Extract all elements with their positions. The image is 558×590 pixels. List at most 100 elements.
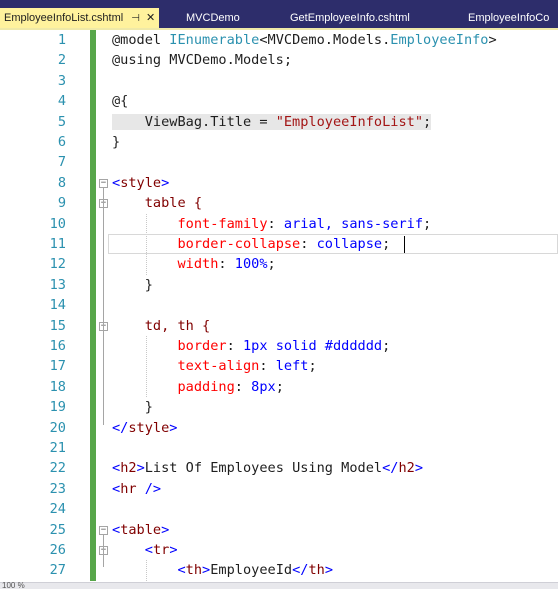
collapse-icon[interactable]: − (99, 525, 108, 535)
code-line[interactable]: 1 @model IEnumerable<MVCDemo.Models.Emplo… (0, 30, 558, 50)
code-line[interactable]: 25 <table> (0, 520, 558, 540)
tab-getemployeeinfo[interactable]: GetEmployeeInfo.cshtml (290, 8, 410, 28)
code-editor[interactable]: 1 @model IEnumerable<MVCDemo.Models.Emplo… (0, 30, 558, 582)
text-caret (404, 236, 405, 253)
code-line[interactable]: 26 <tr> (0, 540, 558, 560)
collapse-icon[interactable]: − (99, 178, 108, 188)
tab-mvcdemo[interactable]: MVCDemo (186, 8, 240, 28)
line-number: 23 (49, 480, 66, 497)
tab-employeeinfoco[interactable]: EmployeeInfoCo (468, 8, 549, 28)
change-marker (90, 295, 96, 316)
line-number: 25 (49, 521, 66, 538)
change-marker (90, 91, 96, 112)
code-token: : (218, 256, 235, 273)
code-text: <style> (112, 173, 169, 193)
change-marker (90, 193, 96, 214)
tab-label: EmployeeInfoList.cshtml (4, 12, 124, 24)
code-token: > (202, 562, 211, 579)
change-marker (90, 50, 96, 71)
code-token: : (226, 338, 243, 354)
code-line[interactable]: 16 border: 1px solid #dddddd; (0, 336, 558, 356)
line-number: 7 (57, 154, 66, 171)
code-token: > (169, 419, 178, 436)
code-token: > (414, 460, 424, 477)
pin-icon[interactable]: ⊣ (131, 13, 140, 24)
code-text: @model IEnumerable<MVCDemo.Models.Employ… (112, 30, 497, 50)
line-number: 6 (57, 134, 66, 150)
code-token: border (177, 338, 227, 354)
line-number: 21 (49, 440, 66, 456)
code-token: > (324, 562, 334, 579)
code-line[interactable]: 2 @using MVCDemo.Models; (0, 50, 558, 70)
code-line[interactable]: 15 td, th { (0, 316, 558, 336)
code-line[interactable]: 14 (0, 295, 558, 315)
code-line[interactable]: 19 } (0, 397, 558, 417)
code-token: < (112, 174, 121, 191)
code-line[interactable]: 24 (0, 499, 558, 519)
code-text: <hr /> (112, 479, 161, 499)
code-line[interactable]: 21 (0, 438, 558, 458)
line-number: 15 (49, 317, 66, 334)
code-line[interactable]: 6} (0, 132, 558, 152)
code-token: < (112, 460, 121, 477)
code-token: table (120, 521, 162, 538)
code-token: > (488, 32, 497, 48)
code-token: text-align (177, 358, 260, 375)
change-marker (90, 172, 96, 194)
tab-employeeinfolist[interactable]: EmployeeInfoList.cshtml ⊣ ✕ (0, 8, 160, 30)
change-marker (90, 234, 96, 255)
code-token: th (185, 562, 203, 579)
code-line[interactable]: 3 (0, 71, 558, 91)
code-token: ; (423, 113, 432, 130)
line-number: 22 (49, 460, 66, 477)
change-marker (90, 376, 96, 398)
indent-guide (146, 336, 147, 398)
code-token: < (177, 562, 186, 579)
change-marker (90, 315, 96, 336)
code-line[interactable]: 8 <style> (0, 173, 558, 193)
code-text: } (112, 397, 153, 417)
code-line[interactable]: 20 </style> (0, 418, 558, 438)
code-text: @{ (112, 91, 128, 111)
code-line[interactable]: 18 padding: 8px; (0, 377, 558, 397)
code-token: > (136, 460, 145, 477)
code-line[interactable]: 22 <h2>List Of Employees Using Model</h2> (0, 458, 558, 478)
code-text: <h2>List Of Employees Using Model</h2> (112, 458, 423, 478)
change-marker (90, 111, 96, 132)
fold-connector (103, 555, 104, 568)
code-token: ; (275, 378, 284, 395)
code-line[interactable]: 7 (0, 152, 558, 172)
code-line[interactable]: 27 <th>EmployeeId</th> (0, 560, 558, 580)
code-text: } (112, 132, 120, 152)
document-tab-bar: EmployeeInfoList.cshtml ⊣ ✕ MVCDemo GetEmp… (0, 0, 558, 30)
code-line[interactable]: 5 ViewBag.Title = "EmployeeInfoList"; (0, 112, 558, 132)
code-token: MVCDemo.Models; (161, 52, 293, 69)
zoom-level[interactable]: 100 % (2, 581, 25, 590)
code-text: } (112, 275, 153, 295)
code-token: h2 (398, 460, 415, 477)
line-number: 18 (49, 378, 66, 395)
code-token: </ (112, 419, 129, 436)
code-line[interactable]: 10 font-family: arial, sans-serif; (0, 214, 558, 234)
change-marker (90, 397, 96, 418)
close-icon[interactable]: ✕ (146, 12, 155, 24)
line-number: 4 (57, 93, 66, 110)
code-token: < (112, 521, 121, 538)
code-line[interactable]: 17 text-align: left; (0, 356, 558, 376)
change-marker (90, 213, 96, 234)
tab-label: EmployeeInfoCo (468, 12, 550, 24)
code-token: : (234, 378, 252, 395)
code-line[interactable]: 13 } (0, 275, 558, 295)
change-marker (90, 336, 96, 357)
code-line[interactable]: 12 width: 100%; (0, 254, 558, 274)
code-text: text-align: left; (112, 356, 316, 376)
code-line[interactable]: 4 @{ (0, 91, 558, 111)
code-token: } (112, 134, 121, 150)
code-token: ; (423, 215, 432, 232)
code-line[interactable]: 9 table { (0, 193, 558, 213)
code-token: </ (292, 562, 309, 579)
code-line[interactable]: 23 <hr /> (0, 479, 558, 499)
code-text: width: 100%; (112, 254, 275, 274)
